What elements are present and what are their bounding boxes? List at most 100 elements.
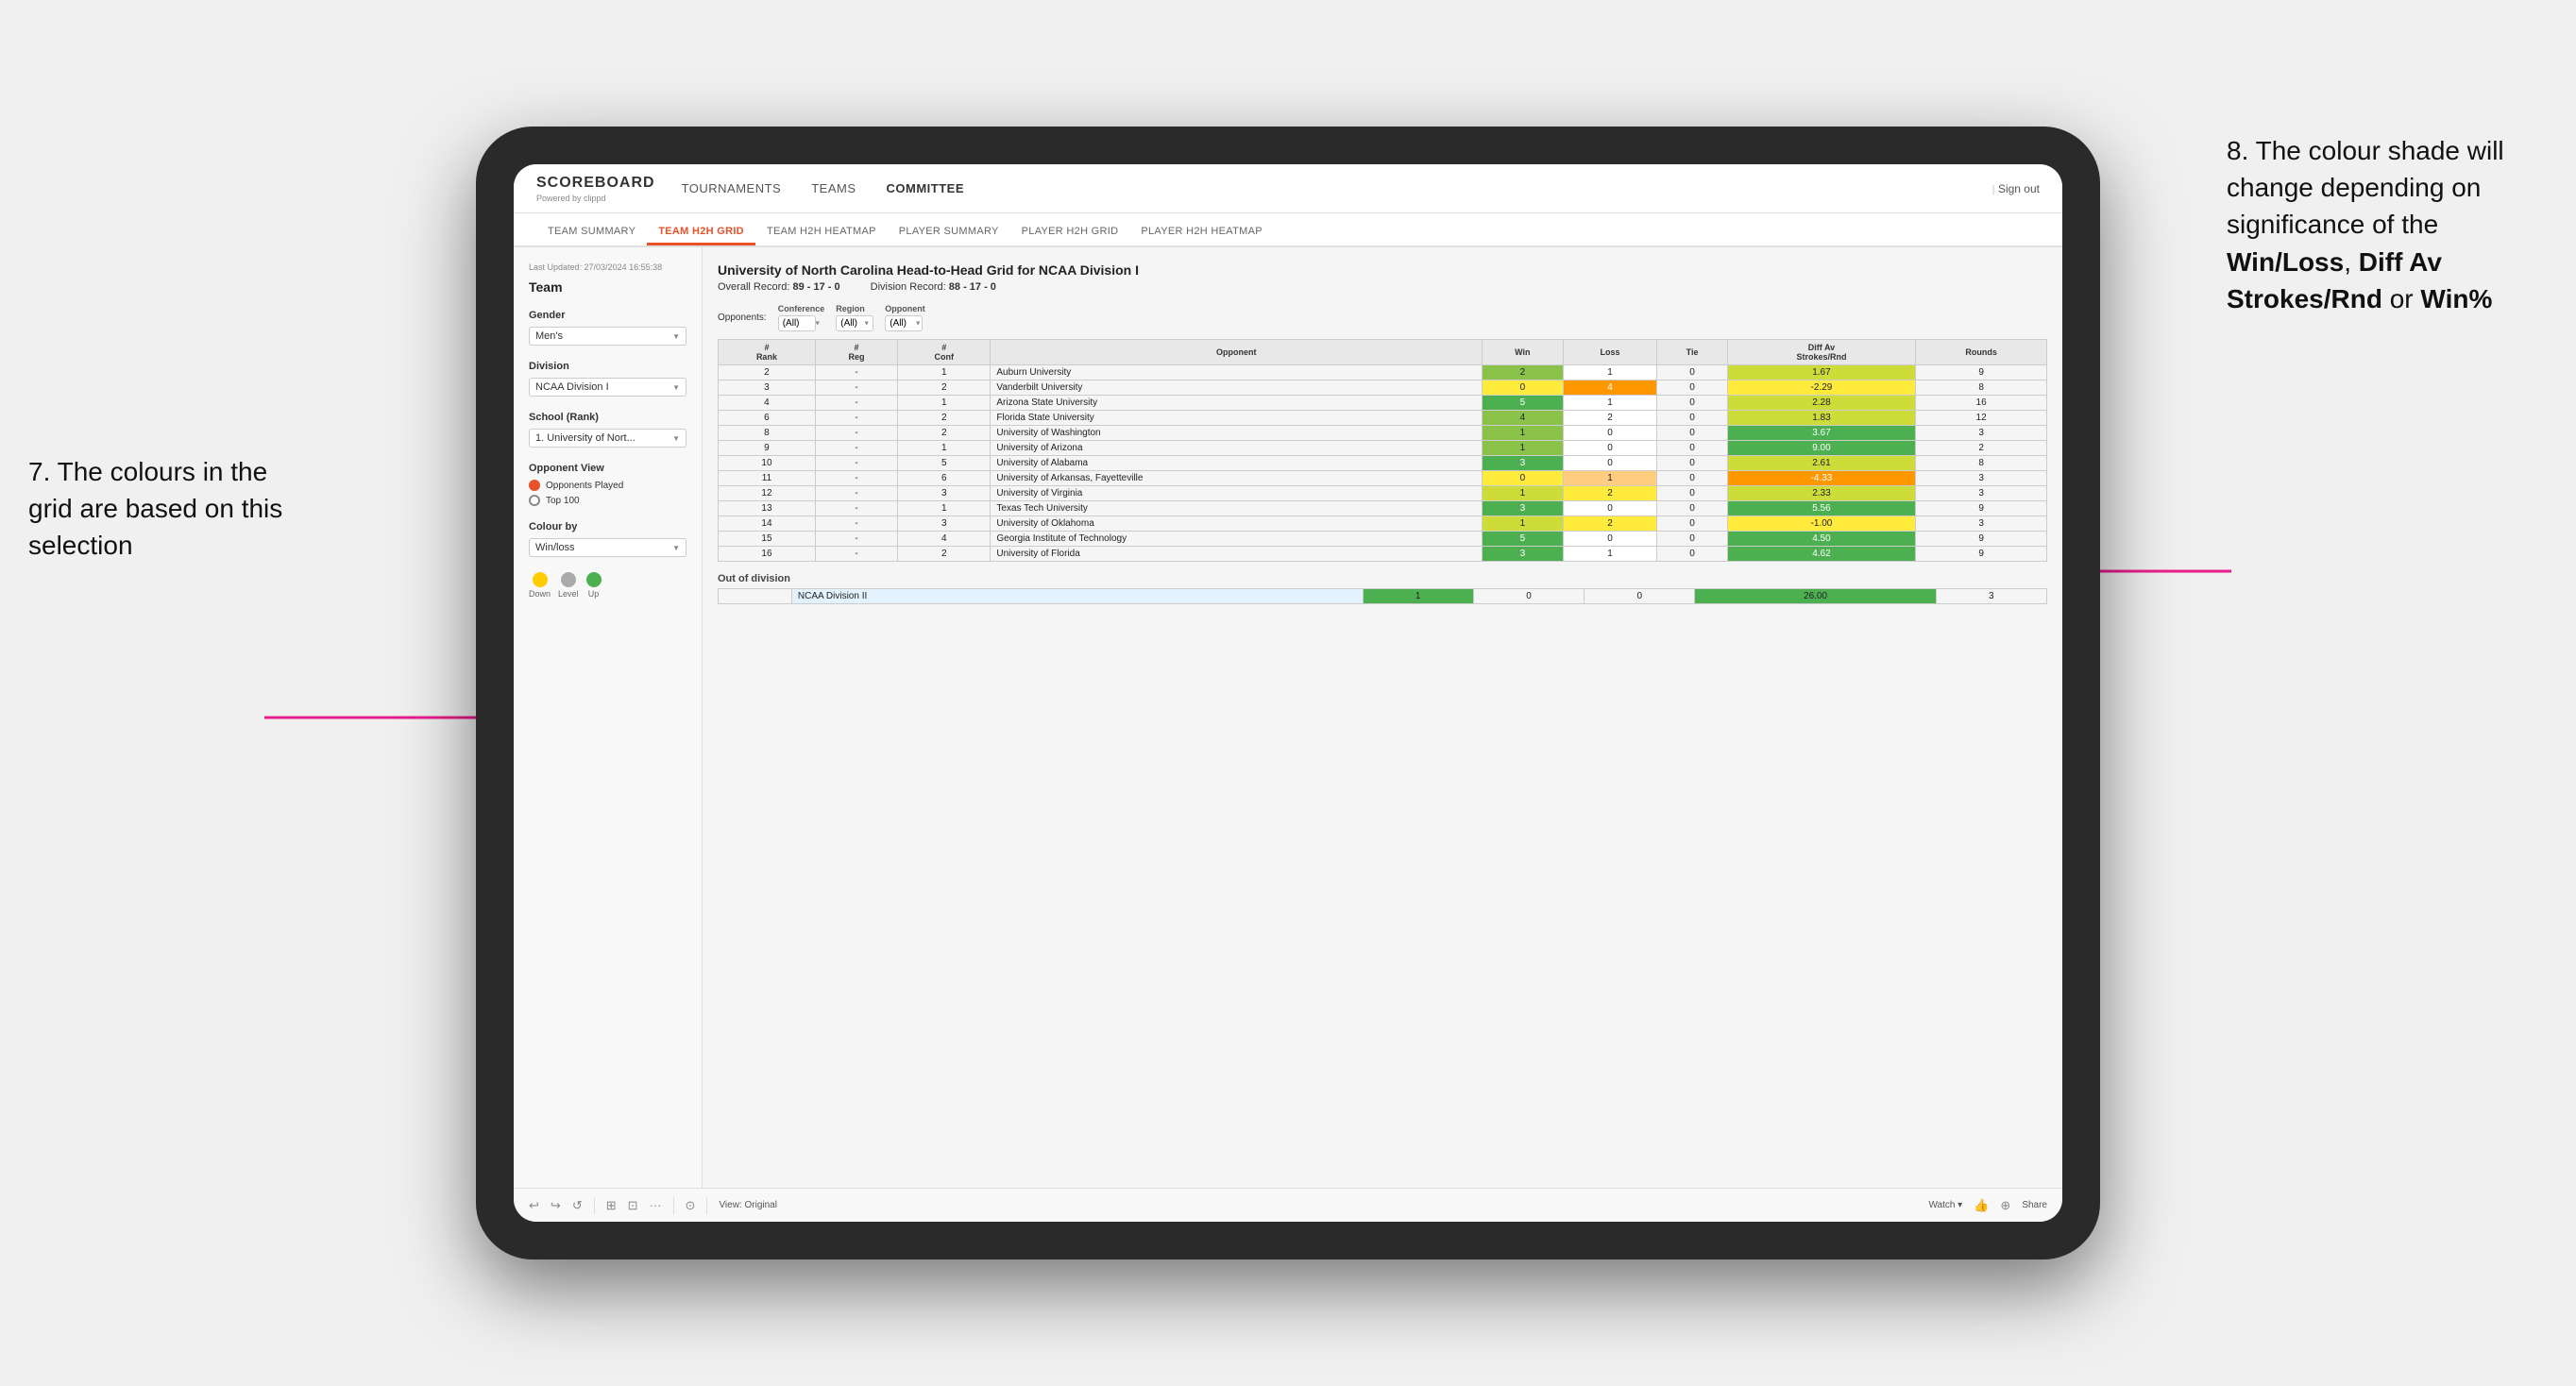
nav-tournaments[interactable]: TOURNAMENTS: [682, 177, 782, 199]
subnav-team-h2h-heatmap[interactable]: TEAM H2H HEATMAP: [755, 220, 888, 245]
subnav-player-h2h-heatmap[interactable]: PLAYER H2H HEATMAP: [1129, 220, 1273, 245]
cell-rounds: 16: [1916, 396, 2047, 411]
cell-loss: 1: [1563, 365, 1657, 380]
cell-loss: 1: [1563, 396, 1657, 411]
subnav-team-h2h-grid[interactable]: TEAM H2H GRID: [647, 220, 755, 245]
cell-rank: 15: [719, 532, 816, 547]
cell-opponent: University of Alabama: [991, 456, 1483, 471]
cell-rounds: 9: [1916, 365, 2047, 380]
cell-win: 1: [1483, 486, 1563, 501]
cell-diff: 2.28: [1727, 396, 1916, 411]
cell-loss: 0: [1563, 532, 1657, 547]
cell-win: 4: [1483, 411, 1563, 426]
logo-powered: Powered by clippd: [536, 194, 629, 203]
subnav-player-h2h-grid[interactable]: PLAYER H2H GRID: [1010, 220, 1130, 245]
out-of-division-table: NCAA Division II 1 0 0 26.00 3: [718, 588, 2047, 604]
cell-reg: -: [815, 532, 897, 547]
conference-select[interactable]: (All): [778, 315, 816, 331]
cell-conf: 1: [898, 441, 991, 456]
out-of-division-label: Out of division: [718, 573, 2047, 584]
cell-diff: 1.83: [1727, 411, 1916, 426]
refresh-button[interactable]: ↺: [572, 1198, 583, 1213]
cell-win: 5: [1483, 396, 1563, 411]
undo-button[interactable]: ↩: [529, 1198, 539, 1213]
cell-diff: 2.61: [1727, 456, 1916, 471]
filter-region: Region (All): [836, 304, 873, 331]
cell-conf: 6: [898, 471, 991, 486]
nav-committee[interactable]: COMMITTEE: [887, 177, 965, 199]
opponent-select[interactable]: (All): [885, 315, 923, 331]
region-filter-label: Region: [836, 304, 873, 313]
table-row: 3 - 2 Vanderbilt University 0 4 0 -2.29 …: [719, 380, 2047, 396]
cell-rank: 3: [719, 380, 816, 396]
cell-tie: 0: [1657, 532, 1727, 547]
opponent-filter-label: Opponent: [885, 304, 925, 313]
table-row: 2 - 1 Auburn University 2 1 0 1.67 9: [719, 365, 2047, 380]
radio-opponents-played[interactable]: Opponents Played: [529, 480, 686, 491]
sidebar: Last Updated: 27/03/2024 16:55:38 Team G…: [514, 247, 703, 1188]
table-row: 9 - 1 University of Arizona 1 0 0 9.00 2: [719, 441, 2047, 456]
subnav-player-summary[interactable]: PLAYER SUMMARY: [888, 220, 1010, 245]
cell-opponent: Arizona State University: [991, 396, 1483, 411]
cell-tie: 0: [1657, 365, 1727, 380]
cell-loss: 0: [1563, 456, 1657, 471]
cell-diff: 2.33: [1727, 486, 1916, 501]
legend-dot-down: [533, 572, 548, 587]
cell-reg: -: [815, 501, 897, 516]
cell-loss: 2: [1563, 486, 1657, 501]
cell-loss: 0: [1563, 501, 1657, 516]
legend-up: Up: [586, 572, 602, 599]
cell-win: 0: [1483, 380, 1563, 396]
filter-row: Opponents: Conference (All) Region: [718, 304, 2047, 331]
share-button[interactable]: Share: [2022, 1200, 2047, 1210]
grid-btn[interactable]: ⊞: [606, 1198, 617, 1213]
cell-conf: 3: [898, 486, 991, 501]
subnav-team-summary[interactable]: TEAM SUMMARY: [536, 220, 647, 245]
opponent-select-wrap: (All): [885, 315, 925, 331]
thumbs-btn[interactable]: 👍: [1974, 1198, 1989, 1213]
cell-win: 3: [1483, 456, 1563, 471]
cell-reg: -: [815, 380, 897, 396]
radio-top100[interactable]: Top 100: [529, 495, 686, 506]
share-icon[interactable]: ⊕: [2000, 1198, 2010, 1213]
overall-record: Overall Record: 89 - 17 - 0: [718, 281, 840, 293]
toolbar-divider-3: [706, 1197, 707, 1214]
more-btn[interactable]: ···: [650, 1198, 662, 1212]
legend-dot-level: [561, 572, 576, 587]
region-select[interactable]: (All): [836, 315, 873, 331]
cell-tie: 0: [1657, 471, 1727, 486]
sign-out-button[interactable]: Sign out: [1992, 182, 2041, 195]
sidebar-colour-by-value[interactable]: Win/loss: [529, 538, 686, 557]
nav-teams[interactable]: TEAMS: [811, 177, 856, 199]
table-row: 13 - 1 Texas Tech University 3 0 0 5.56 …: [719, 501, 2047, 516]
region-select-wrap: (All): [836, 315, 873, 331]
layout-btn[interactable]: ⊡: [628, 1198, 638, 1213]
col-tie: Tie: [1657, 340, 1727, 365]
cell-tie: 0: [1657, 547, 1727, 562]
redo-button[interactable]: ↪: [551, 1198, 561, 1213]
cell-tie: 0: [1657, 456, 1727, 471]
clock-btn[interactable]: ⊙: [686, 1198, 696, 1213]
sidebar-opponent-view-label: Opponent View: [529, 463, 686, 474]
sidebar-gender-section: Gender Men's: [529, 310, 686, 346]
sidebar-colour-by-section: Colour by Win/loss: [529, 521, 686, 557]
watch-button[interactable]: Watch ▾: [1928, 1200, 1962, 1210]
sidebar-colour-by-label: Colour by: [529, 521, 686, 532]
cell-reg: -: [815, 441, 897, 456]
cell-rank: 8: [719, 426, 816, 441]
sidebar-gender-value[interactable]: Men's: [529, 327, 686, 346]
tablet-frame: SCOREBOARD Powered by clippd TOURNAMENTS…: [476, 127, 2100, 1259]
ood-rounds: 3: [1936, 589, 2046, 604]
sidebar-school-label: School (Rank): [529, 412, 686, 423]
sidebar-school-value[interactable]: 1. University of Nort...: [529, 429, 686, 448]
legend-label-up: Up: [588, 589, 600, 599]
radio-group: Opponents Played Top 100: [529, 480, 686, 506]
cell-reg: -: [815, 396, 897, 411]
sidebar-team-label: Team: [529, 279, 686, 295]
overall-record-value: 89 - 17 - 0: [792, 281, 839, 293]
table-row: 16 - 2 University of Florida 3 1 0 4.62 …: [719, 547, 2047, 562]
ood-diff: 26.00: [1695, 589, 1936, 604]
sidebar-division-section: Division NCAA Division I: [529, 361, 686, 397]
grid-content: University of North Carolina Head-to-Hea…: [703, 247, 2062, 1188]
sidebar-division-value[interactable]: NCAA Division I: [529, 378, 686, 397]
